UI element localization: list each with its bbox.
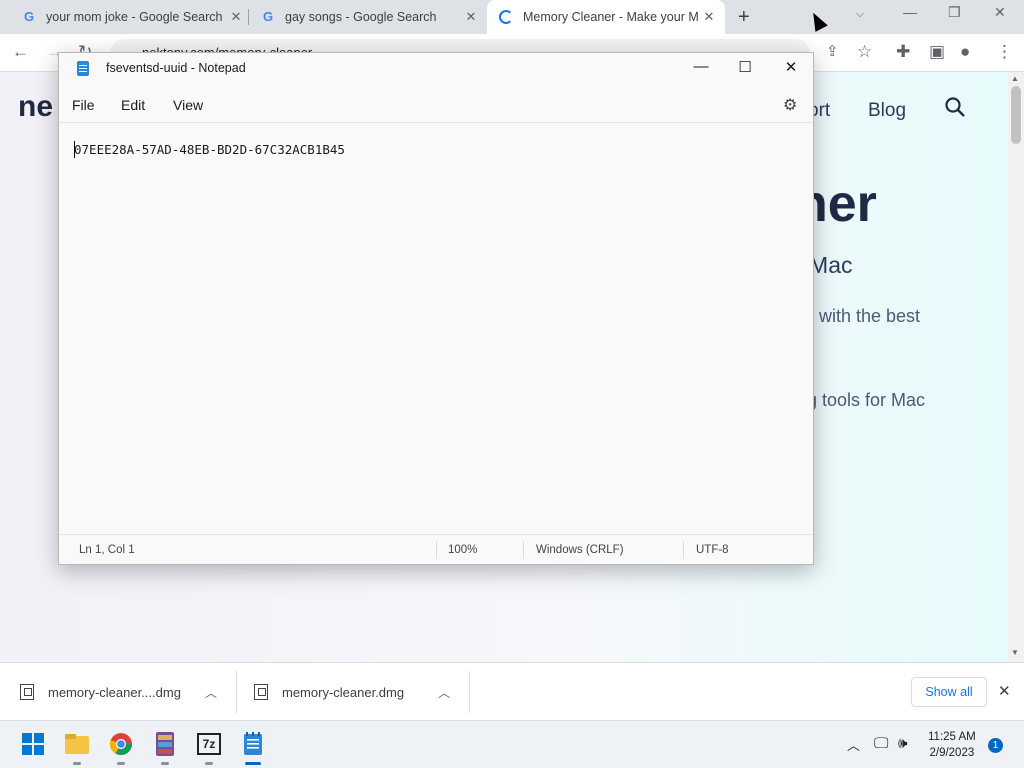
close-tab-icon[interactable]: ✕	[228, 9, 244, 25]
scroll-up-icon[interactable]: ▲	[1011, 74, 1019, 83]
restore-icon[interactable]: ❐	[948, 4, 961, 21]
clock-time: 11:25 AM	[928, 731, 976, 743]
tab-search-icon[interactable]: ⌵	[856, 8, 864, 21]
new-tab-icon[interactable]: +	[738, 6, 750, 29]
chevron-up-icon[interactable]: ︿	[438, 684, 450, 701]
download-item[interactable]: memory-cleaner.dmg ︿	[254, 663, 450, 721]
extensions-icon[interactable]: ✚	[896, 42, 910, 62]
zoom-level: 100%	[448, 544, 478, 556]
site-logo[interactable]: ne	[18, 90, 53, 124]
tab-title: Memory Cleaner - Make your Ma	[523, 10, 699, 24]
download-separator	[236, 671, 237, 713]
dmg-file-icon	[20, 684, 34, 700]
share-icon[interactable]: ⇪	[826, 42, 839, 60]
running-indicator	[161, 762, 169, 765]
menu-file[interactable]: File	[72, 97, 95, 113]
hero-text-line: l with the best	[810, 306, 921, 326]
maximize-icon[interactable]: ☐	[730, 58, 760, 76]
download-filename: memory-cleaner.dmg	[282, 684, 405, 700]
network-icon[interactable]: 🖵	[874, 735, 888, 752]
7zip-icon[interactable]: 7z	[194, 729, 224, 765]
chevron-up-icon[interactable]: ︿	[847, 735, 860, 754]
side-panel-icon[interactable]: ▣	[929, 42, 945, 62]
document-text: 07EEE28A-57AD-48EB-BD2D-67C32ACB1B45	[74, 142, 345, 157]
status-separator	[683, 541, 684, 559]
notepad-title-bar[interactable]: fseventsd-uuid - Notepad — ☐ ✕	[59, 53, 813, 85]
minimize-icon[interactable]: —	[903, 4, 917, 20]
tab-title: your mom joke - Google Search	[46, 10, 223, 24]
tab-your-mom-joke[interactable]: G your mom joke - Google Search ✕	[22, 0, 244, 34]
line-ending: Windows (CRLF)	[536, 544, 624, 556]
google-icon: G	[23, 9, 35, 24]
downloads-shelf: memory-cleaner....dmg ︿ memory-cleaner.d…	[0, 662, 1024, 720]
system-clock[interactable]: 11:25 AM 2/9/2023	[928, 729, 976, 761]
windows-taskbar: 7z ︿ 🖵 🕪 11:25 AM 2/9/2023 1	[0, 720, 1024, 768]
winrar-icon[interactable]	[150, 729, 180, 765]
chrome-icon[interactable]	[106, 729, 136, 765]
notepad-menu-bar: File Edit View ⚙	[59, 85, 813, 123]
bookmark-star-icon[interactable]: ☆	[857, 42, 872, 62]
chrome-menu-icon[interactable]: ⋮	[996, 42, 1013, 62]
menu-edit[interactable]: Edit	[121, 97, 145, 113]
notepad-taskbar-icon[interactable]	[238, 729, 268, 765]
status-separator	[523, 541, 524, 559]
close-tab-icon[interactable]: ✕	[463, 9, 479, 25]
status-separator	[436, 541, 437, 559]
notepad-window: fseventsd-uuid - Notepad — ☐ ✕ File Edit…	[58, 52, 814, 565]
chevron-up-icon[interactable]: ︿	[205, 684, 217, 701]
start-icon[interactable]	[18, 729, 48, 759]
loading-spinner-icon	[499, 10, 513, 24]
close-tab-icon[interactable]: ✕	[701, 9, 717, 25]
close-shelf-icon[interactable]: ✕	[998, 682, 1011, 700]
tab-gay-songs[interactable]: G gay songs - Google Search ✕	[261, 0, 479, 34]
scroll-down-icon[interactable]: ▼	[1011, 648, 1019, 657]
browser-tab-strip: G your mom joke - Google Search ✕ G gay …	[0, 0, 1024, 34]
show-all-button[interactable]: Show all	[911, 677, 987, 707]
cursor-position: Ln 1, Col 1	[79, 544, 135, 556]
notepad-status-bar: Ln 1, Col 1 100% Windows (CRLF) UTF-8	[59, 534, 813, 564]
file-explorer-icon[interactable]	[62, 729, 92, 765]
profile-avatar-icon[interactable]: ●	[960, 42, 970, 62]
7zip-label: 7z	[197, 733, 221, 755]
page-scrollbar[interactable]: ▲ ▼	[1008, 72, 1024, 662]
text-caret	[74, 141, 75, 158]
hero-text-line: ng tools for Mac	[797, 390, 926, 410]
tab-separator	[248, 9, 249, 25]
text-editor-area[interactable]: 07EEE28A-57AD-48EB-BD2D-67C32ACB1B45	[59, 124, 813, 534]
menu-view[interactable]: View	[173, 97, 203, 113]
encoding: UTF-8	[696, 544, 729, 556]
download-separator	[469, 671, 470, 713]
nav-blog[interactable]: Blog	[868, 100, 906, 122]
close-window-icon[interactable]: ✕	[994, 4, 1006, 21]
notification-badge[interactable]: 1	[988, 738, 1003, 753]
clock-date: 2/9/2023	[929, 747, 975, 759]
download-filename: memory-cleaner....dmg	[48, 684, 181, 700]
window-title: fseventsd-uuid - Notepad	[106, 61, 246, 75]
tab-title: gay songs - Google Search	[285, 10, 437, 24]
notepad-icon	[77, 61, 89, 76]
running-indicator	[73, 762, 81, 765]
running-indicator	[205, 762, 213, 765]
minimize-icon[interactable]: —	[686, 58, 716, 75]
running-indicator	[117, 762, 125, 765]
volume-icon[interactable]: 🕪	[898, 735, 907, 752]
google-icon: G	[262, 9, 274, 24]
dmg-file-icon	[254, 684, 268, 700]
settings-gear-icon[interactable]: ⚙	[783, 95, 797, 115]
running-indicator	[245, 762, 261, 765]
tab-memory-cleaner[interactable]: Memory Cleaner - Make your Ma ✕	[487, 0, 725, 34]
close-window-icon[interactable]: ✕	[776, 58, 806, 76]
download-item[interactable]: memory-cleaner....dmg ︿	[20, 663, 217, 721]
scrollbar-thumb[interactable]	[1011, 86, 1021, 144]
back-icon[interactable]: ←	[12, 42, 29, 62]
search-icon[interactable]	[944, 96, 966, 118]
